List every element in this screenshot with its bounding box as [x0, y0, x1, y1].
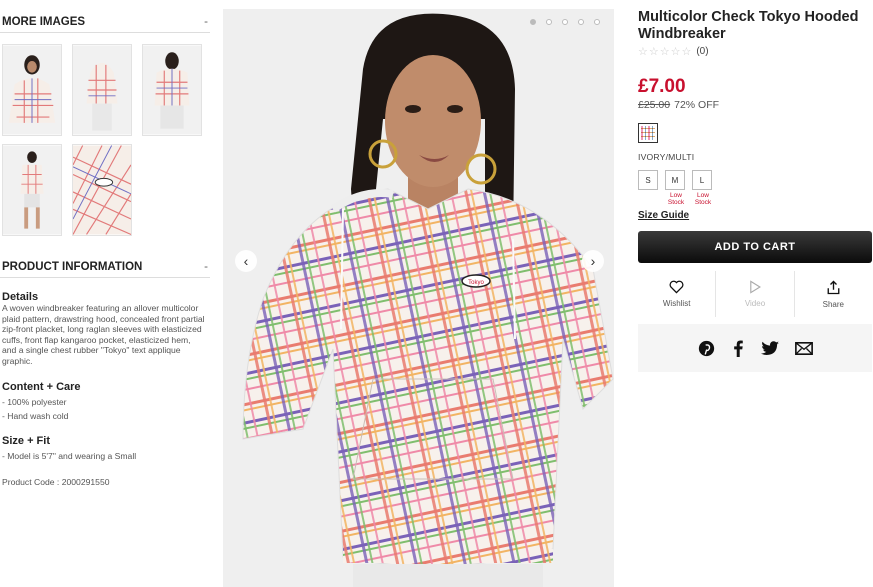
chevron-right-icon: › — [590, 253, 596, 269]
slide-dot-2[interactable] — [546, 19, 552, 25]
size-label[interactable]: M — [665, 170, 685, 190]
wishlist-label: Wishlist — [662, 299, 691, 308]
thumbnail-5[interactable] — [72, 144, 132, 236]
fit-item: - Model is 5'7" and wearing a Small — [2, 450, 137, 461]
share-icon — [827, 280, 840, 294]
size-guide-link[interactable]: Size Guide — [638, 210, 872, 221]
thumbnail-4[interactable] — [2, 144, 62, 236]
product-information: PRODUCT INFORMATION - Details A woven wi… — [0, 257, 210, 487]
sale-price: £7.00 — [638, 76, 686, 97]
product-actions: Wishlist Video Share — [638, 271, 872, 317]
social-share-bar — [638, 324, 872, 372]
size-option-s[interactable]: S — [638, 170, 660, 206]
twitter-icon[interactable] — [760, 340, 779, 356]
content-item: - 100% polyester — [2, 396, 67, 407]
size-selector: S M Low Stock L Low Stock — [638, 170, 872, 206]
color-swatch[interactable] — [638, 123, 658, 143]
size-label[interactable]: L — [692, 170, 712, 190]
size-fit-heading: Size + Fit — [2, 434, 50, 447]
rating[interactable]: ☆☆☆☆☆ (0) — [638, 45, 872, 58]
thumbnail-3[interactable] — [142, 44, 202, 136]
prev-image-button[interactable]: ‹ — [235, 250, 257, 272]
product-info-header[interactable]: PRODUCT INFORMATION - — [0, 257, 210, 278]
low-stock-note: Low Stock — [694, 192, 712, 206]
review-count[interactable]: (0) — [696, 46, 708, 57]
content-care-heading: Content + Care — [2, 380, 81, 393]
details-text: A woven windbreaker featuring an allover… — [2, 303, 205, 366]
pinterest-icon[interactable] — [698, 340, 715, 357]
product-title: Multicolor Check Tokyo Hooded Windbreake… — [638, 9, 859, 42]
low-stock-note: Low Stock — [667, 192, 685, 206]
slide-indicators — [530, 19, 600, 25]
original-price: £25.00 — [638, 99, 671, 111]
collapse-toggle[interactable]: - — [204, 261, 208, 273]
size-option-m[interactable]: M Low Stock — [665, 170, 687, 206]
facebook-icon[interactable] — [731, 340, 745, 357]
video-button[interactable]: Video — [716, 271, 795, 317]
chevron-left-icon: ‹ — [243, 253, 249, 269]
plaid-swatch-icon — [641, 126, 655, 140]
product-code: Product Code : 2000291550 — [2, 476, 110, 487]
more-images-header[interactable]: MORE IMAGES - — [0, 12, 210, 33]
tokyo-patch-text: Tokyo — [468, 280, 484, 286]
size-label[interactable]: S — [638, 170, 658, 190]
play-icon — [750, 280, 761, 294]
size-option-l[interactable]: L Low Stock — [692, 170, 714, 206]
discount-label: 72% OFF — [674, 99, 720, 111]
video-label: Video — [744, 299, 766, 308]
collapse-toggle[interactable]: - — [204, 16, 208, 28]
price-comparison: £25.00 72% OFF — [638, 99, 872, 111]
heart-icon — [669, 280, 684, 294]
next-image-button[interactable]: › — [582, 250, 604, 272]
share-button[interactable]: Share — [795, 271, 872, 317]
slide-dot-3[interactable] — [562, 19, 568, 25]
thumbnail-2[interactable] — [72, 44, 132, 136]
product-panel: Multicolor Check Tokyo Hooded Windbreake… — [638, 9, 872, 372]
add-to-cart-button[interactable]: ADD TO CART — [638, 231, 872, 263]
slide-dot-1[interactable] — [530, 19, 536, 25]
share-label: Share — [822, 299, 844, 309]
main-product-image: Tokyo ‹ › — [223, 9, 614, 587]
more-images-title: MORE IMAGES — [2, 16, 86, 28]
email-icon[interactable] — [794, 341, 813, 355]
thumbnail-1[interactable] — [2, 44, 62, 136]
product-info-title: PRODUCT INFORMATION — [2, 261, 143, 273]
details-heading: Details — [2, 291, 39, 303]
content-item: - Hand wash cold — [2, 410, 69, 421]
model-photo: Tokyo — [223, 9, 614, 587]
slide-dot-4[interactable] — [578, 19, 584, 25]
slide-dot-5[interactable] — [594, 19, 600, 25]
rating-stars-icon: ☆☆☆☆☆ — [638, 46, 693, 58]
wishlist-button[interactable]: Wishlist — [638, 271, 717, 317]
color-name: IVORY/MULTI — [638, 152, 695, 162]
